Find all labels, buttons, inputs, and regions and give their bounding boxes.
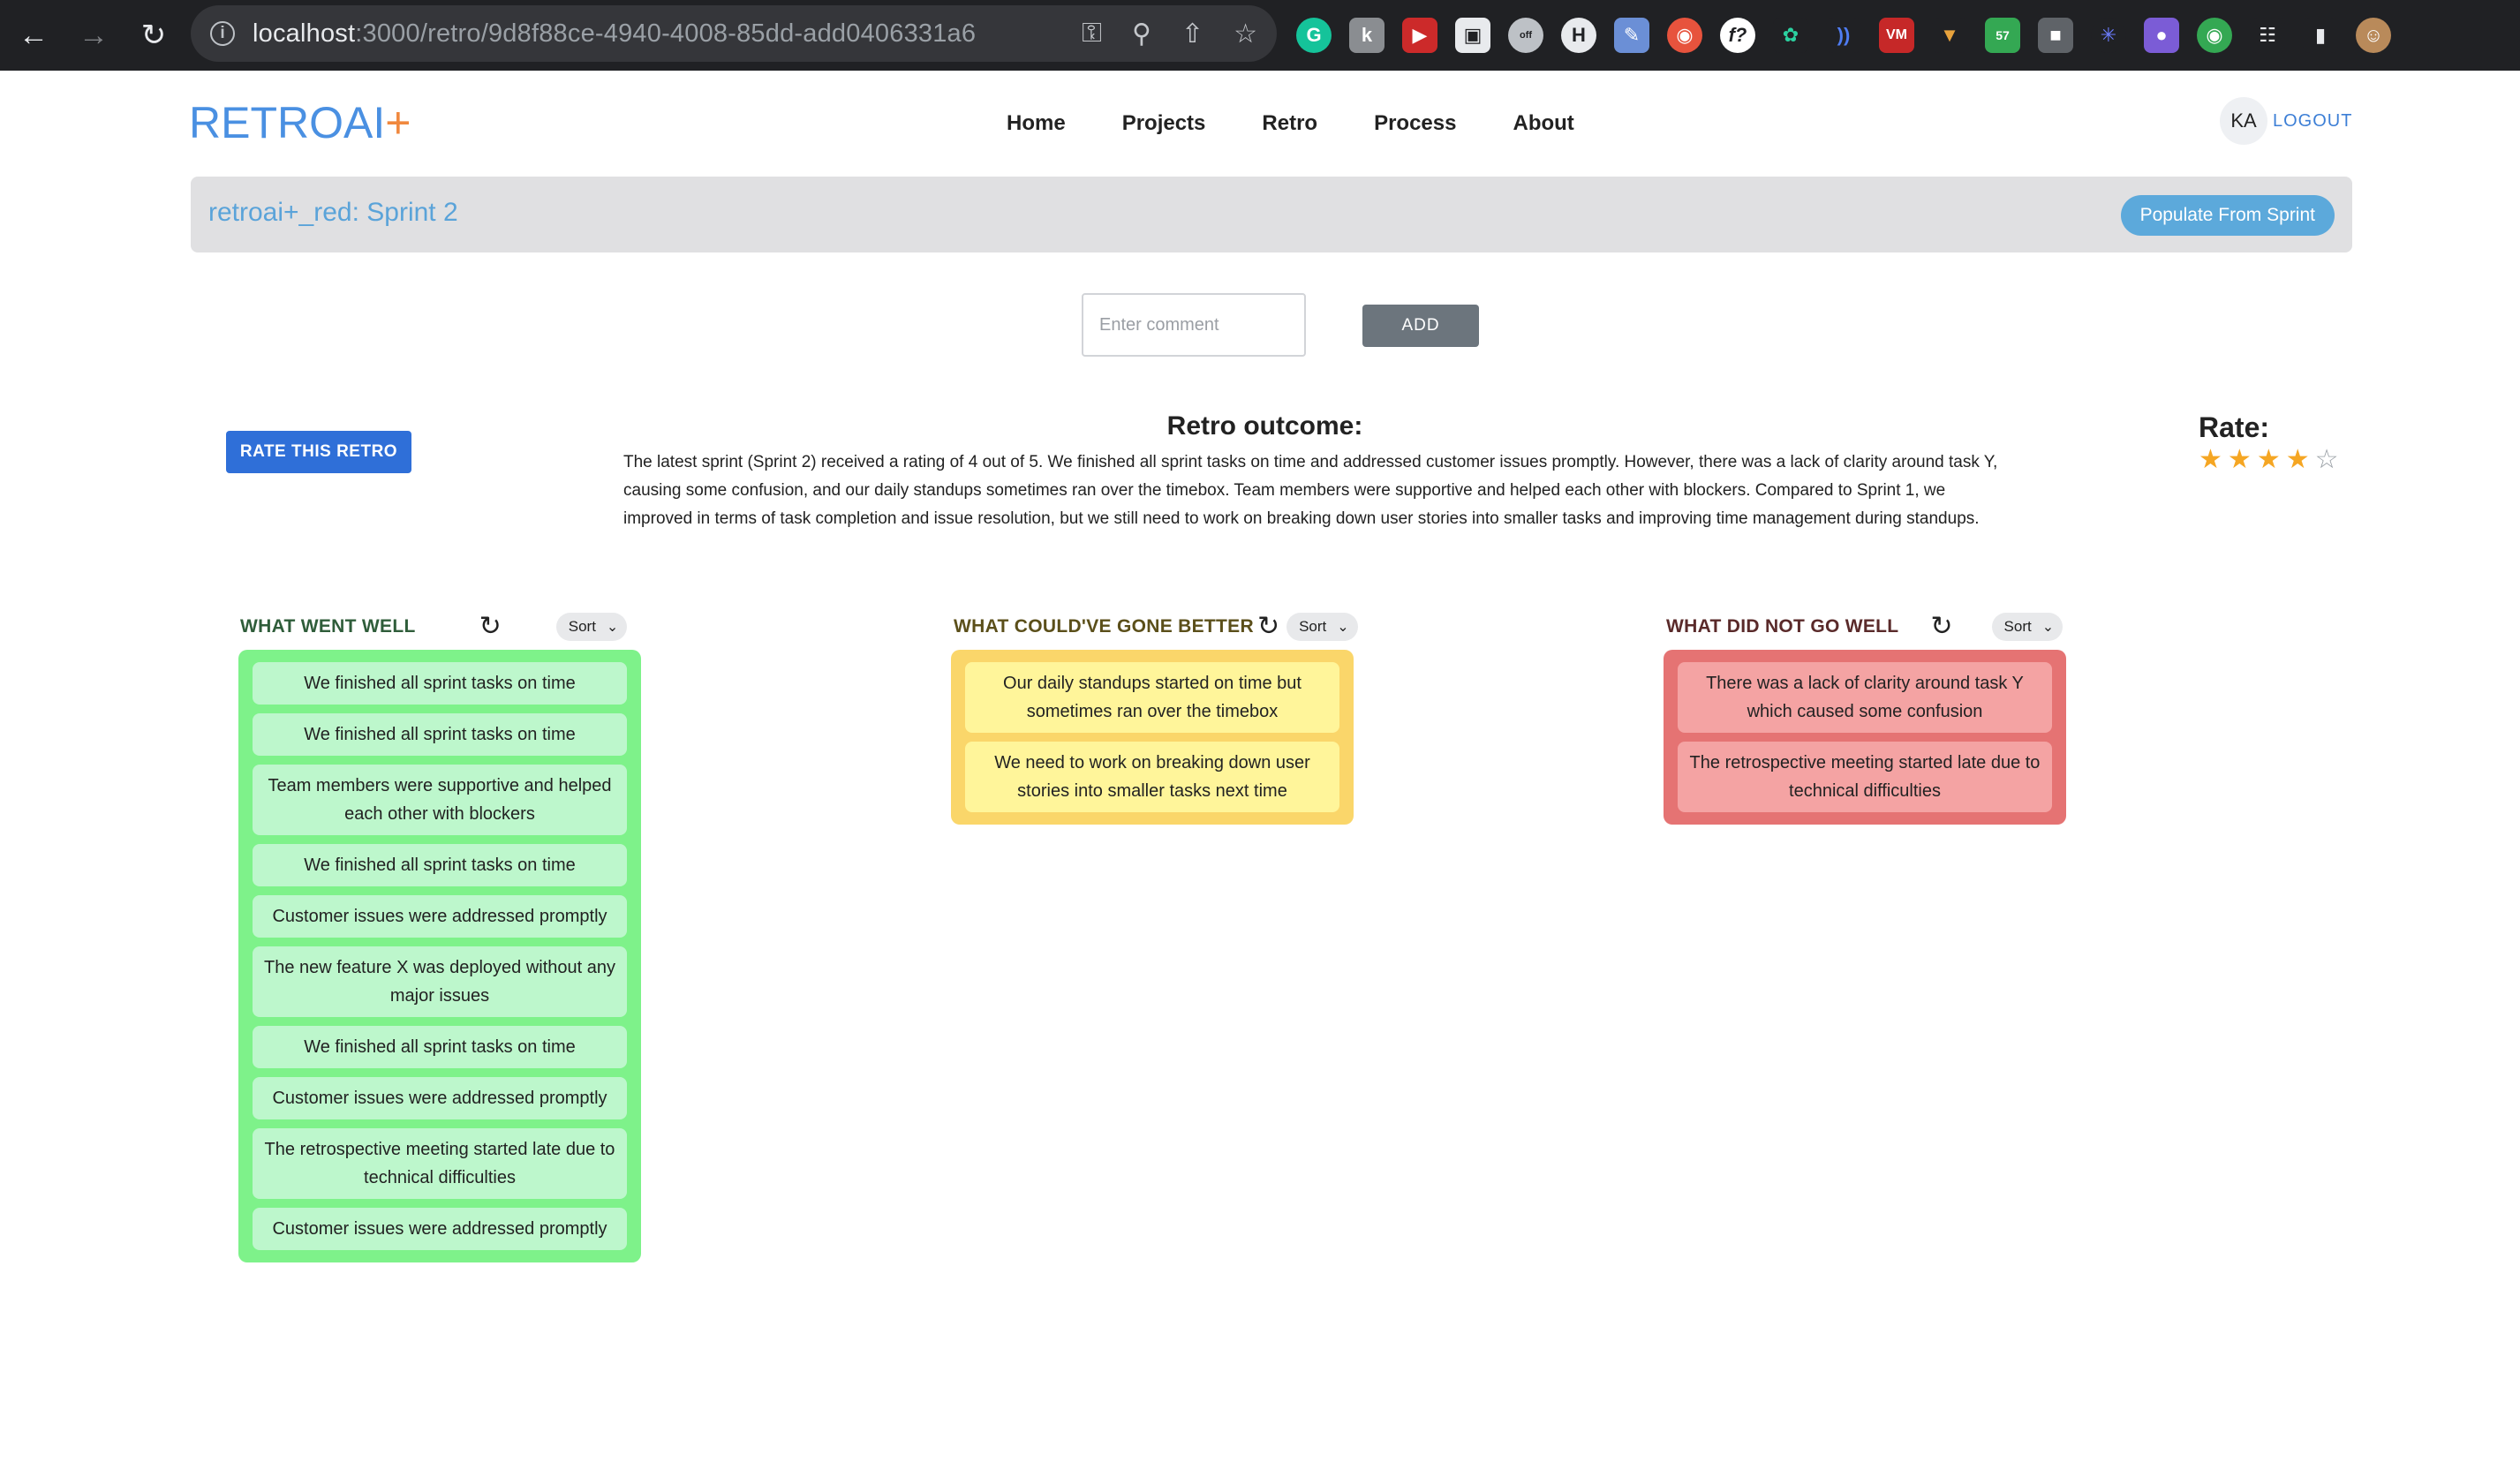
could-be-better-header: WHAT COULD'VE GONE BETTER ↻ Sort ⌄ [954, 611, 1358, 643]
url-text[interactable]: localhost:3000/retro/9d8f88ce-4940-4008-… [253, 19, 976, 49]
star-filled-icon[interactable]: ★ [2257, 447, 2281, 473]
went-well-title: WHAT WENT WELL [240, 616, 416, 637]
user-avatar[interactable]: KA [2220, 97, 2267, 145]
chat-extension-icon[interactable]: ● [2144, 18, 2179, 53]
sprint-banner: retroai+_red: Sprint 2 Populate From Spr… [191, 177, 2352, 252]
window-extension-icon[interactable]: ▣ [1455, 18, 1490, 53]
retroai-logo[interactable]: RETROAI+ [189, 97, 411, 148]
went-well-column: We finished all sprint tasks on time We f… [238, 650, 641, 1262]
did-not-go-well-column: There was a lack of clarity around task … [1664, 650, 2066, 825]
wave-extension-icon[interactable]: )) [1826, 18, 1861, 53]
android-extension-icon[interactable]: ◉ [2197, 18, 2232, 53]
robot-extension-icon[interactable]: ■ [2038, 18, 2073, 53]
extension-off-icon[interactable]: off [1508, 18, 1543, 53]
bookmark-star-icon[interactable]: ☆ [1234, 19, 1257, 49]
star-rating[interactable]: ★ ★ ★ ★ ☆ [2199, 447, 2339, 473]
retro-card[interactable]: Customer issues were addressed promptly [253, 1077, 627, 1119]
logout-link[interactable]: LOGOUT [2273, 111, 2352, 132]
share-icon[interactable]: ⇧ [1181, 19, 1203, 49]
star-empty-icon[interactable]: ☆ [2315, 447, 2339, 473]
chevron-down-icon: ⌄ [1337, 620, 1349, 635]
sort-dropdown[interactable]: Sort ⌄ [1286, 613, 1358, 641]
grammarly-icon[interactable]: G [1296, 18, 1332, 53]
star-filled-icon[interactable]: ★ [2228, 447, 2252, 473]
comment-input[interactable] [1082, 293, 1306, 357]
key-icon[interactable]: ⚿ [1082, 19, 1102, 49]
retro-card[interactable]: Team members were supportive and helped … [253, 765, 627, 835]
app-root: RETROAI+ Home Projects Retro Process Abo… [0, 71, 2520, 1462]
star-filled-icon[interactable]: ★ [2199, 447, 2222, 473]
retro-card[interactable]: The retrospective meeting started late d… [253, 1128, 627, 1199]
retro-card[interactable]: The new feature X was deployed without a… [253, 946, 627, 1017]
refresh-icon[interactable]: ↻ [1930, 614, 1952, 640]
rate-this-retro-button[interactable]: RATE THIS RETRO [226, 431, 411, 473]
puzzle-extensions-icon[interactable]: ☷ [2250, 18, 2285, 53]
vm-extension-icon[interactable]: VM [1879, 18, 1914, 53]
main-nav: Home Projects Retro Process About [1007, 111, 1574, 136]
forward-arrow-icon[interactable]: → [67, 9, 120, 62]
badge-extension-icon[interactable]: 57 [1985, 18, 2020, 53]
refresh-icon[interactable]: ↻ [1257, 614, 1279, 640]
retro-outcome-text: The latest sprint (Sprint 2) received a … [623, 453, 1998, 528]
retro-card[interactable]: Customer issues were addressed promptly [253, 895, 627, 938]
sort-dropdown[interactable]: Sort ⌄ [1991, 613, 2064, 641]
profile-avatar[interactable]: ☺ [2356, 18, 2391, 53]
retro-card[interactable]: There was a lack of clarity around task … [1678, 662, 2052, 733]
could-be-better-column: Our daily standups started on time but s… [951, 650, 1354, 825]
add-comment-button[interactable]: ADD [1362, 305, 1479, 347]
sprint-title: retroai+_red: Sprint 2 [208, 198, 458, 227]
retro-card[interactable]: We need to work on breaking down user st… [965, 742, 1339, 812]
function-extension-icon[interactable]: f? [1720, 18, 1755, 53]
nav-process[interactable]: Process [1374, 111, 1456, 136]
retro-outcome-title: Retro outcome: [1166, 411, 1363, 441]
extensions-bar: G k ▶ ▣ off H ✎ ◉ f? ✿ )) VM ▼ 57 ■ ✳ ● … [1296, 9, 2391, 62]
browser-toolbar: ← → ↻ i localhost:3000/retro/9d8f88ce-49… [0, 0, 2520, 71]
could-be-better-title: WHAT COULD'VE GONE BETTER [954, 616, 1254, 637]
user-area: KA LOGOUT [2220, 97, 2352, 145]
back-arrow-icon[interactable]: ← [7, 9, 60, 62]
extension-h-icon[interactable]: H [1561, 18, 1596, 53]
sort-dropdown[interactable]: Sort ⌄ [555, 613, 628, 641]
color-wheel-icon[interactable]: ◉ [1667, 18, 1702, 53]
chevron-down-icon: ⌄ [2041, 620, 2055, 635]
extension-k-icon[interactable]: k [1349, 18, 1384, 53]
did-not-go-well-title: WHAT DID NOT GO WELL [1666, 616, 1899, 637]
shoe-extension-icon[interactable]: ▼ [1932, 18, 1967, 53]
went-well-header: WHAT WENT WELL ↻ Sort ⌄ [240, 611, 628, 643]
retro-card[interactable]: We finished all sprint tasks on time [253, 662, 627, 705]
retro-card[interactable]: Our daily standups started on time but s… [965, 662, 1339, 733]
populate-from-sprint-button[interactable]: Populate From Sprint [2120, 195, 2335, 236]
retro-card[interactable]: We finished all sprint tasks on time [253, 1026, 627, 1068]
retro-card[interactable]: The retrospective meeting started late d… [1678, 742, 2052, 812]
did-not-go-well-header: WHAT DID NOT GO WELL ↻ Sort ⌄ [1666, 611, 2064, 643]
retro-card[interactable]: We finished all sprint tasks on time [253, 844, 627, 886]
rate-label: Rate: [2199, 411, 2270, 443]
nav-about[interactable]: About [1513, 111, 1573, 136]
address-bar[interactable]: i localhost:3000/retro/9d8f88ce-4940-400… [191, 5, 1277, 62]
site-info-icon[interactable]: i [210, 21, 235, 46]
nav-retro[interactable]: Retro [1262, 111, 1317, 136]
pen-extension-icon[interactable]: ✎ [1614, 18, 1649, 53]
nav-projects[interactable]: Projects [1122, 111, 1206, 136]
nav-home[interactable]: Home [1007, 111, 1066, 136]
refresh-icon[interactable]: ↻ [479, 614, 502, 640]
bird-extension-icon[interactable]: ✿ [1773, 18, 1808, 53]
reload-icon[interactable]: ↻ [127, 9, 180, 62]
retro-card[interactable]: Customer issues were addressed promptly [253, 1208, 627, 1250]
star-filled-icon[interactable]: ★ [2286, 447, 2310, 473]
sparkle-extension-icon[interactable]: ✳ [2091, 18, 2126, 53]
retro-card[interactable]: We finished all sprint tasks on time [253, 713, 627, 756]
zoom-icon[interactable]: ⚲ [1132, 19, 1151, 49]
video-extension-icon[interactable]: ▶ [1402, 18, 1437, 53]
chevron-down-icon: ⌄ [606, 620, 619, 635]
side-panel-icon[interactable]: ▮ [2303, 18, 2338, 53]
